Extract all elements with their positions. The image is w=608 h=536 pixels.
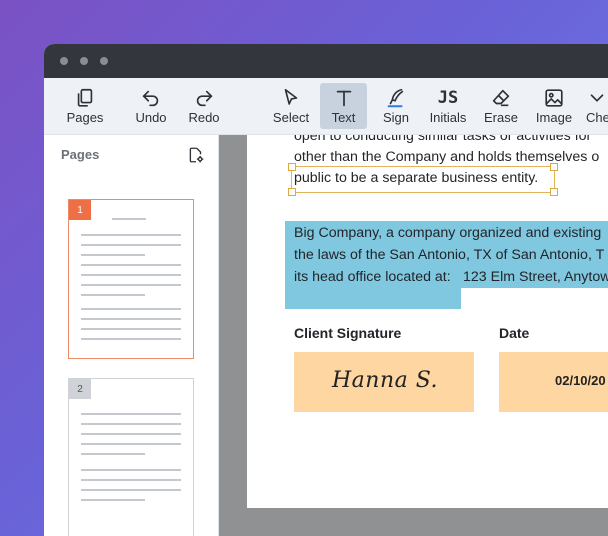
select-label: Select bbox=[272, 110, 310, 125]
eraser-icon bbox=[492, 89, 510, 107]
app-window: Pages Undo Redo Select Text Sign JS Init… bbox=[44, 44, 608, 536]
undo-icon bbox=[142, 90, 159, 107]
toolbar: Pages Undo Redo Select Text Sign JS Init… bbox=[44, 78, 608, 135]
pages-label: Pages bbox=[66, 110, 104, 125]
pages-sidebar: Pages 1 2 bbox=[44, 135, 219, 536]
text-highlight bbox=[285, 288, 461, 309]
erase-button[interactable]: Erase bbox=[483, 83, 519, 129]
pages-icon bbox=[77, 88, 93, 107]
text-label: Text bbox=[331, 110, 356, 125]
sign-button[interactable]: Sign bbox=[379, 83, 413, 129]
page-thumbnail-2[interactable]: 2 bbox=[68, 378, 194, 536]
undo-label: Undo bbox=[135, 110, 167, 125]
doc-line: Big Company, a company organized and exi… bbox=[294, 225, 602, 241]
pages-button[interactable]: Pages bbox=[66, 83, 104, 129]
resize-handle[interactable] bbox=[550, 163, 558, 171]
client-signature-label: Client Signature bbox=[294, 325, 402, 341]
pen-icon bbox=[387, 88, 404, 108]
doc-line: its head office located at: bbox=[294, 269, 451, 285]
signature-value: Hanna S. bbox=[332, 368, 439, 393]
undo-button[interactable]: Undo bbox=[132, 83, 170, 129]
initials-button[interactable]: JS Initials bbox=[426, 83, 470, 129]
address-text: 123 Elm Street, Anytow bbox=[463, 269, 608, 285]
date-field[interactable]: 02/10/20 bbox=[499, 352, 608, 412]
date-label: Date bbox=[499, 325, 530, 341]
selected-text[interactable]: public to be a separate business entity. bbox=[294, 166, 538, 190]
image-icon bbox=[545, 89, 563, 107]
page-number-badge: 2 bbox=[69, 379, 91, 399]
erase-label: Erase bbox=[484, 110, 518, 125]
sign-label: Sign bbox=[382, 110, 410, 125]
cursor-icon bbox=[284, 88, 298, 105]
title-bar bbox=[44, 44, 608, 78]
doc-line: the laws of the San Antonio, TX of San A… bbox=[294, 247, 605, 263]
document-page: open to conducting similar tasks or acti… bbox=[247, 135, 608, 508]
image-label: Image bbox=[535, 110, 573, 125]
window-close-dot[interactable] bbox=[60, 57, 68, 65]
check-icon bbox=[590, 94, 604, 102]
page-settings-icon[interactable] bbox=[187, 146, 205, 164]
initials-icon: JS bbox=[437, 88, 459, 108]
resize-handle[interactable] bbox=[550, 188, 558, 196]
signature-field[interactable]: Hanna S. bbox=[294, 352, 474, 412]
date-value: 02/10/20 bbox=[555, 373, 606, 388]
sidebar-title: Pages bbox=[61, 147, 100, 162]
window-minimize-dot[interactable] bbox=[80, 57, 88, 65]
select-button[interactable]: Select bbox=[271, 83, 311, 129]
page-number-badge: 1 bbox=[69, 200, 91, 220]
initials-label: Initials bbox=[429, 110, 467, 125]
redo-button[interactable]: Redo bbox=[185, 83, 223, 129]
document-canvas: open to conducting similar tasks or acti… bbox=[219, 135, 608, 536]
text-icon bbox=[336, 90, 351, 107]
check-label: Che bbox=[586, 110, 608, 125]
text-button[interactable]: Text bbox=[320, 83, 367, 129]
redo-icon bbox=[196, 90, 213, 107]
check-button[interactable]: Che bbox=[586, 83, 608, 129]
window-maximize-dot[interactable] bbox=[100, 57, 108, 65]
redo-label: Redo bbox=[188, 110, 220, 125]
page-thumbnail-1[interactable]: 1 bbox=[68, 199, 194, 359]
image-button[interactable]: Image bbox=[534, 83, 574, 129]
